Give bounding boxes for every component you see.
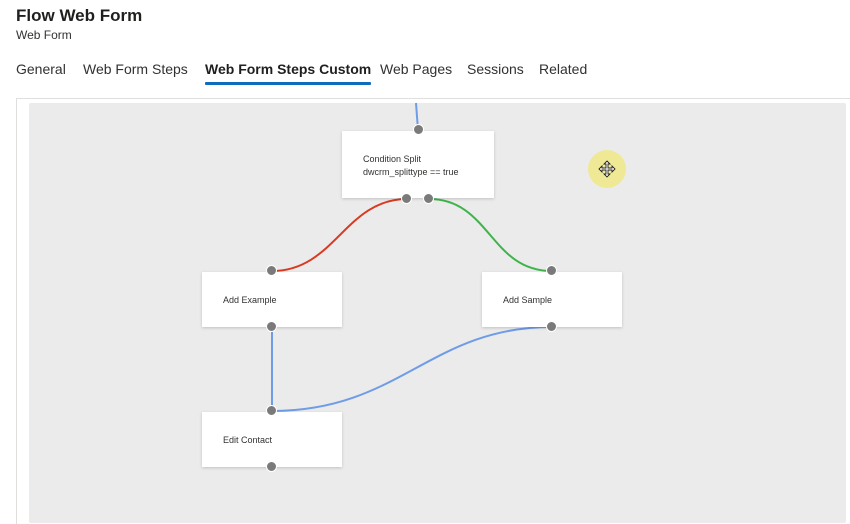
tab-web-pages[interactable]: Web Pages (380, 61, 452, 77)
tab-web-form-steps-custom[interactable]: Web Form Steps Custom (205, 61, 372, 85)
tab-sessions[interactable]: Sessions (467, 61, 524, 77)
condition-false-output-port[interactable] (401, 193, 412, 204)
node-edit-contact[interactable]: Edit Contact (202, 412, 342, 467)
add-sample-output-port[interactable] (546, 321, 557, 332)
condition-true-output-port[interactable] (423, 193, 434, 204)
tab-web-form-steps[interactable]: Web Form Steps (83, 61, 188, 77)
node-add-sample[interactable]: Add Sample (482, 272, 622, 327)
tab-related[interactable]: Related (539, 61, 587, 77)
page-title: Flow Web Form (16, 6, 143, 25)
node-add-sample-label: Add Sample (503, 295, 553, 305)
active-tab-indicator (205, 82, 372, 85)
condition-input-port[interactable] (413, 124, 424, 135)
edit-contact-input-port[interactable] (266, 405, 277, 416)
move-cursor-icon (598, 160, 616, 178)
tab-general[interactable]: General (16, 61, 66, 77)
add-sample-input-port[interactable] (546, 265, 557, 276)
add-example-input-port[interactable] (266, 265, 277, 276)
node-condition-title: Condition Split (363, 154, 422, 164)
edit-contact-output-port[interactable] (266, 461, 277, 472)
add-example-output-port[interactable] (266, 321, 277, 332)
node-condition-split[interactable]: Condition Split dwcrm_splittype == true (342, 131, 494, 198)
page-subtitle: Web Form (16, 28, 72, 42)
node-condition-expression: dwcrm_splittype == true (363, 167, 459, 177)
node-add-example[interactable]: Add Example (202, 272, 342, 327)
node-add-example-label: Add Example (223, 295, 277, 305)
tab-web-form-steps-custom-label: Web Form Steps Custom (205, 61, 372, 77)
node-edit-contact-label: Edit Contact (223, 435, 273, 445)
